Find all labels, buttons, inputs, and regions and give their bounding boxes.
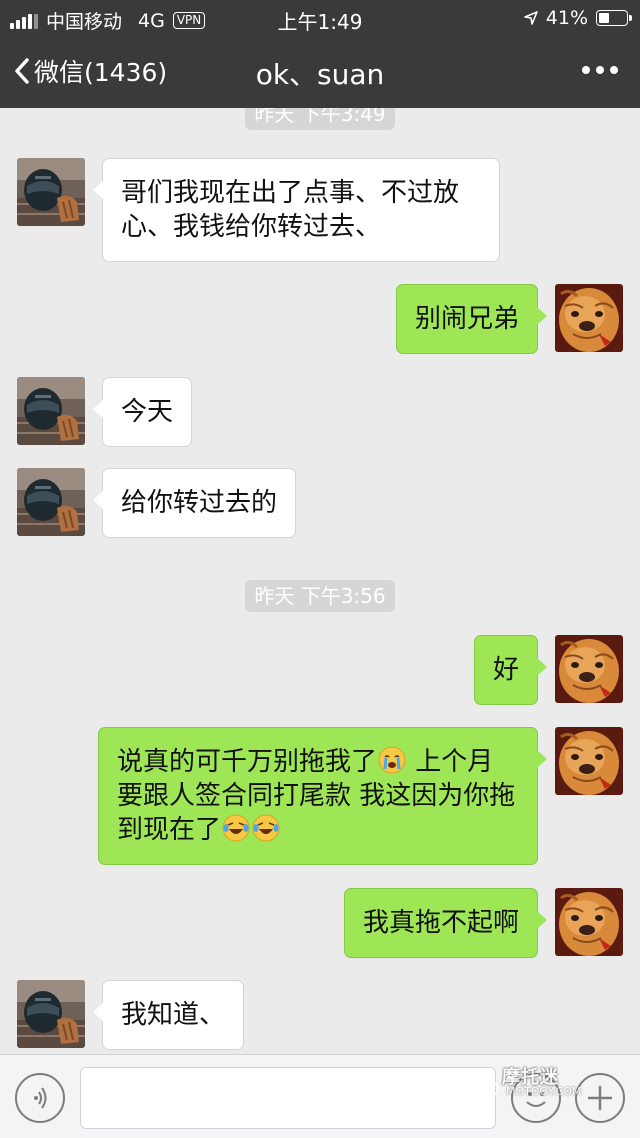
battery-icon [596,10,632,26]
message-list[interactable]: 昨天 下午3:49 哥们我现在出了点事、不过放心、我钱给你转过去、 别闹兄弟 今… [0,108,640,1054]
battery-percent: 41% [545,7,588,29]
message-bubble[interactable]: 给你转过去的 [92,468,297,538]
voice-icon [34,1087,47,1109]
contact-avatar[interactable] [17,158,85,226]
my-avatar[interactable] [555,888,623,956]
message-bubble[interactable]: 我知道、 [92,980,245,1050]
back-button[interactable]: 微信(1436) [14,53,167,89]
more-options-button[interactable] [582,60,618,80]
chat-header: 中国移动 4G VPN 上午1:49 41% 微信(1436) ok、suan [0,0,640,108]
status-bar: 中国移动 4G VPN 上午1:49 41% [0,0,640,36]
message-bubble[interactable]: 哥们我现在出了点事、不过放心、我钱给你转过去、 [93,158,500,262]
more-functions-button[interactable] [575,1073,625,1123]
my-avatar[interactable] [555,284,623,352]
message-bubble[interactable]: 今天 [92,377,193,447]
navigation-bar: 微信(1436) ok、suan [0,44,640,100]
my-avatar[interactable] [555,635,623,703]
back-label: 微信(1436) [34,58,168,87]
emoji-button[interactable] [511,1073,561,1123]
message-bubble[interactable]: 我真拖不起啊 [343,888,548,958]
contact-avatar[interactable] [17,980,85,1048]
contact-avatar[interactable] [17,377,85,445]
chevron-left-icon [15,58,29,84]
message-bubble[interactable]: 好 [473,635,548,705]
contact-avatar[interactable] [17,468,85,536]
location-arrow-icon [523,11,538,25]
input-bar: 摩托迷 MOTOOY.COM [0,1054,640,1138]
laughing-tears-emoji-icon [252,814,280,842]
crying-emoji-icon [378,746,406,774]
laughing-tears-emoji-icon [222,814,250,842]
plus-icon [588,1086,612,1110]
message-bubble[interactable]: 说真的可千万别拖我了 上个月要跟人签合同打尾款 我这因为你拖到现在了 [98,727,547,865]
message-bubble[interactable]: 别闹兄弟 [395,284,548,354]
message-input[interactable] [80,1067,496,1129]
dot-icon [596,66,604,74]
voice-input-button[interactable] [15,1073,65,1123]
timestamp: 昨天 下午3:56 [0,580,640,612]
my-avatar[interactable] [555,727,623,795]
smiley-icon [526,1092,546,1107]
timestamp: 昨天 下午3:49 [0,108,640,130]
dot-icon [582,66,590,74]
message-text: 说真的可千万别拖我了 [117,747,378,777]
dot-icon [610,66,618,74]
